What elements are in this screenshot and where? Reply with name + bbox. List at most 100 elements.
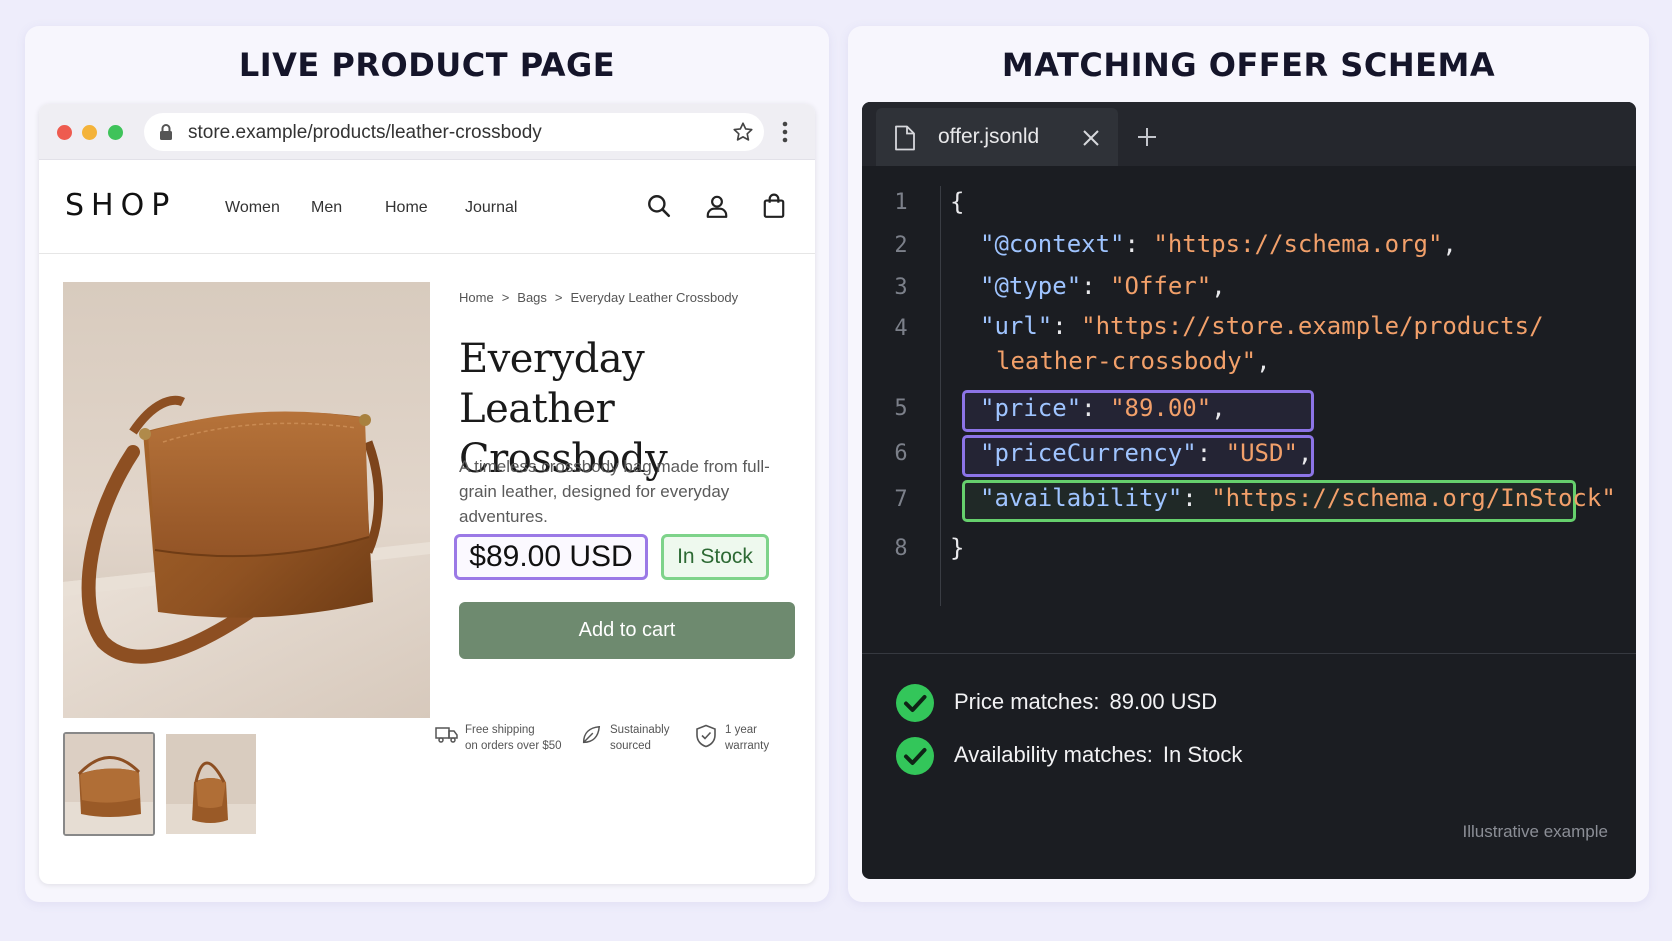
product-thumbnail-front[interactable] (63, 732, 155, 836)
feature-line: Free shipping (465, 724, 535, 736)
check-label: Availability matches: (954, 742, 1153, 767)
price-label: $89.00 USD (454, 534, 648, 580)
code-string: "USD" (1225, 439, 1298, 467)
check-label: Price matches: (954, 689, 1100, 714)
line-number: 5 (894, 396, 908, 421)
code-key: "priceCurrency" (980, 439, 1197, 467)
code-line: leather-crossbody", (996, 347, 1271, 375)
truck-icon (435, 726, 459, 748)
code-token: } (950, 534, 965, 562)
code-token: , (1256, 347, 1271, 375)
code-string: "https://schema.org/InStock" (1211, 484, 1616, 512)
product-title-line: Everyday Leather (459, 336, 645, 432)
breadcrumb-separator: > (554, 290, 563, 305)
line-number: 2 (894, 233, 908, 258)
browser-window: store.example/products/leather-crossbody… (39, 104, 815, 884)
feature-text: 1 year warranty (725, 722, 769, 754)
code-token: { (950, 188, 965, 216)
line-number: 6 (894, 441, 908, 466)
code-key: "@context" (980, 230, 1125, 258)
editor-divider (862, 653, 1636, 654)
check-text: Availability matches: In Stock (954, 742, 1242, 768)
code-key: "price" (980, 394, 1082, 422)
offer-schema-panel: MATCHING OFFER SCHEMA offer.jsonld 1 2 3… (848, 26, 1649, 902)
editor-tab-bar: offer.jsonld (862, 102, 1636, 166)
gutter-divider (940, 186, 941, 606)
product-thumbnail-side[interactable] (166, 734, 256, 834)
search-icon[interactable] (646, 193, 672, 223)
panel-title: LIVE PRODUCT PAGE (238, 46, 616, 84)
feature-text: Free shipping on orders over $50 (465, 722, 562, 754)
add-tab-icon[interactable] (1137, 127, 1157, 151)
tab-offer-jsonld[interactable]: offer.jsonld (876, 108, 1118, 166)
code-key: "@type" (980, 272, 1082, 300)
breadcrumb: Home > Bags > Everyday Leather Crossbody (459, 290, 738, 305)
breadcrumb-separator: > (501, 290, 510, 305)
nav-home[interactable]: Home (385, 199, 428, 217)
illustrative-note: Illustrative example (1462, 822, 1608, 841)
code-string: "Offer" (1110, 272, 1212, 300)
close-window-button[interactable] (57, 125, 72, 140)
code-line: "price": "89.00", (980, 394, 1226, 422)
panel-title: MATCHING OFFER SCHEMA (1001, 46, 1496, 84)
add-to-cart-button[interactable]: Add to cart (459, 602, 795, 659)
line-number: 1 (894, 190, 908, 215)
breadcrumb-home[interactable]: Home (459, 290, 494, 305)
url-text: store.example/products/leather-crossbody (188, 122, 542, 143)
code-string: "https://schema.org" (1153, 230, 1443, 258)
code-string: "89.00" (1110, 394, 1212, 422)
code-line: "availability": "https://schema.org/InSt… (980, 484, 1616, 512)
code-line: { (950, 188, 964, 216)
product-description: A timeless crossbody bag made from full-… (459, 457, 770, 526)
shop-logo[interactable]: SHOP (65, 188, 176, 223)
feature-line: on orders over $50 (465, 740, 562, 752)
nav-women[interactable]: Women (225, 199, 280, 217)
code-line: "url": "https://store.example/products/ (980, 312, 1544, 340)
bag-icon[interactable] (761, 193, 787, 223)
line-number: 4 (894, 316, 908, 341)
code-token: : (1081, 272, 1111, 300)
check-icon (896, 684, 934, 722)
feature-line: 1 year (725, 724, 757, 736)
more-vertical-icon[interactable] (782, 121, 788, 147)
code-token: : (1182, 484, 1212, 512)
line-number: 8 (894, 536, 908, 561)
breadcrumb-current: Everyday Leather Crossbody (570, 290, 739, 305)
feature-line: sourced (610, 740, 651, 752)
star-icon[interactable] (732, 121, 754, 147)
code-editor: offer.jsonld 1 2 3 4 5 6 7 8 {"@context… (862, 102, 1636, 879)
code-string: "https://store.example/products/ (1081, 312, 1544, 340)
nav-journal[interactable]: Journal (465, 199, 517, 217)
live-product-page-panel: LIVE PRODUCT PAGE store.example/products… (25, 26, 829, 902)
minimize-window-button[interactable] (82, 125, 97, 140)
address-bar[interactable]: store.example/products/leather-crossbody (144, 113, 764, 151)
code-token: : (1052, 312, 1082, 340)
code-token: : (1124, 230, 1154, 258)
user-icon[interactable] (704, 193, 730, 223)
code-line: "@context": "https://schema.org", (980, 230, 1457, 258)
site-header: SHOP Women Men Home Journal (39, 160, 815, 254)
browser-chrome: store.example/products/leather-crossbody (39, 104, 815, 160)
code-area[interactable]: 1 2 3 4 5 6 7 8 { "@context": "https://s… (862, 166, 1636, 653)
code-token: , (1211, 394, 1226, 422)
check-value: In Stock (1162, 742, 1243, 767)
line-number: 7 (894, 487, 908, 512)
code-key: "availability" (980, 484, 1183, 512)
close-icon[interactable] (1082, 129, 1100, 151)
code-token: : (1196, 439, 1226, 467)
code-token: , (1211, 272, 1226, 300)
product-main-image[interactable] (63, 282, 430, 718)
feature-line: warranty (725, 740, 770, 752)
leaf-icon (580, 724, 602, 750)
file-icon (894, 125, 916, 155)
nav-men[interactable]: Men (311, 199, 342, 217)
code-key: "url" (980, 312, 1053, 340)
shield-check-icon (695, 724, 717, 752)
lock-icon (158, 123, 174, 145)
code-string: leather-crossbody" (996, 347, 1257, 375)
code-token: , (1297, 439, 1313, 467)
check-icon (896, 737, 934, 775)
breadcrumb-bags[interactable]: Bags (517, 290, 547, 305)
maximize-window-button[interactable] (108, 125, 123, 140)
tab-label: offer.jsonld (938, 125, 1040, 148)
